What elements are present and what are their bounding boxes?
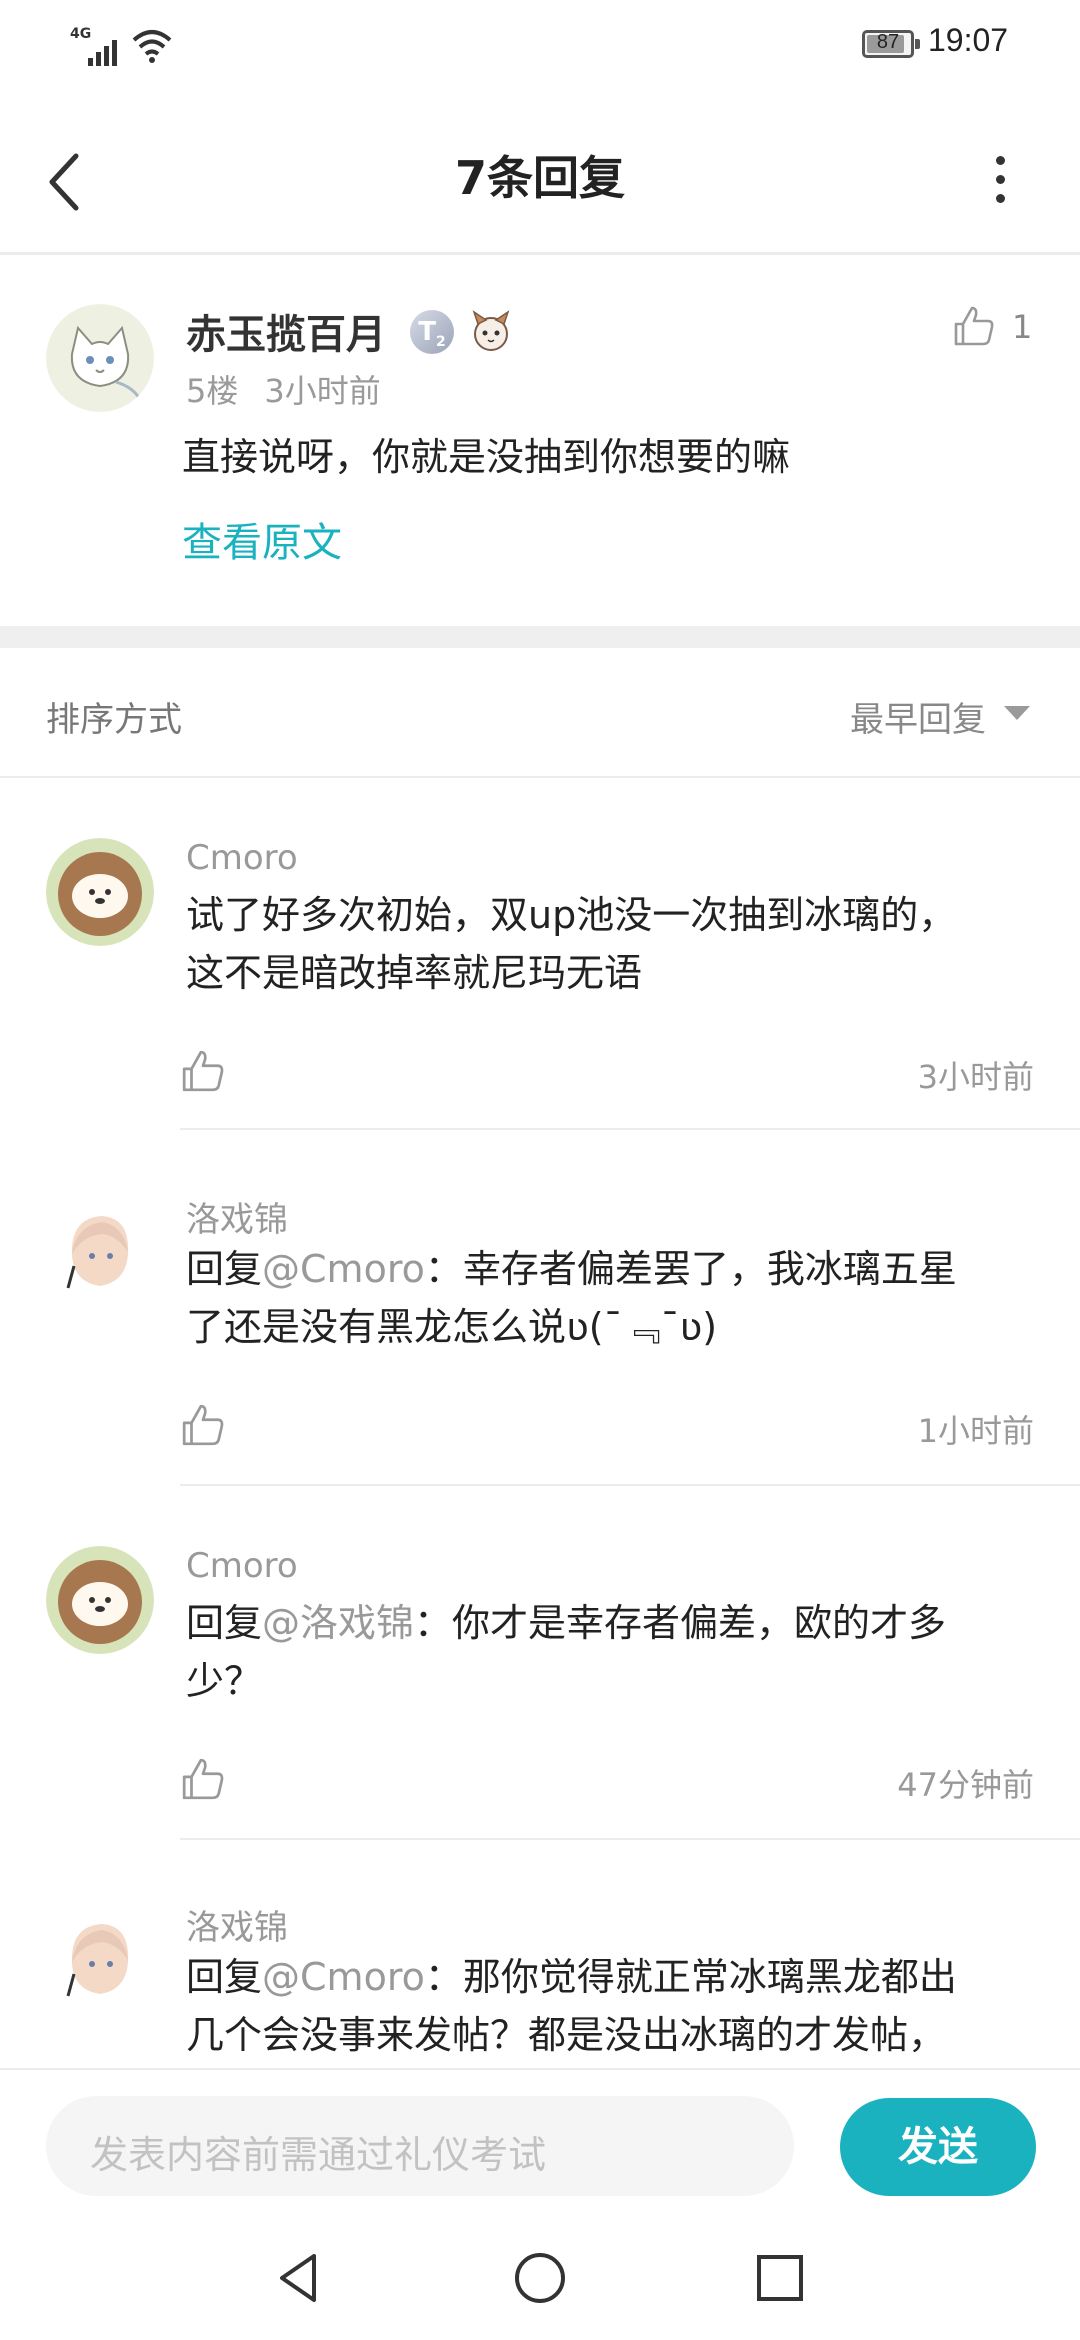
nav-back-icon[interactable] <box>270 2248 330 2308</box>
input-placeholder: 发表内容前需通过礼仪考试 <box>90 2133 547 2177</box>
avatar[interactable] <box>46 838 154 946</box>
avatar[interactable] <box>46 304 154 412</box>
comment-input-bar: 发表内容前需通过礼仪考试 发送 <box>0 2068 1080 2218</box>
reply-time: 47分钟前 <box>897 1766 1034 1804</box>
section-divider <box>0 626 1080 648</box>
author-name[interactable]: 赤玉揽百月 <box>186 302 386 360</box>
avatar[interactable] <box>46 1904 154 2012</box>
reply-author[interactable]: 洛戏锦 <box>186 1900 288 1949</box>
battery-level: 87 <box>876 31 900 53</box>
post-content: 直接说呀，你就是没抽到你想要的嘛 <box>182 435 791 479</box>
avatar[interactable] <box>46 1196 154 1304</box>
thumbs-up-icon[interactable] <box>180 1402 226 1448</box>
reply-author[interactable]: Cmoro <box>186 1546 298 1586</box>
post-time: 3小时前 <box>264 372 381 410</box>
mention-link[interactable]: @Cmoro <box>262 1955 425 1999</box>
page-title: 7条回复 <box>454 151 625 205</box>
level-badge-icon: T2 <box>410 310 454 354</box>
wifi-icon <box>132 30 172 63</box>
chevron-down-icon[interactable] <box>1004 706 1030 720</box>
reply-content: 回复@Cmoro：那你觉得就正常冰璃黑龙都出 几个会没事来发帖？都是没出冰璃的才… <box>186 1955 957 2057</box>
mention-link[interactable]: @洛戏锦 <box>262 1601 414 1645</box>
thumbs-up-icon[interactable] <box>952 304 996 348</box>
signal-bars-icon <box>88 36 128 66</box>
top-bar: 7条回复 <box>0 110 1080 255</box>
status-time: 19:07 <box>928 22 1009 58</box>
reply-divider <box>180 1484 1080 1486</box>
send-button[interactable]: 发送 <box>840 2098 1036 2196</box>
reply-author[interactable]: Cmoro <box>186 838 298 878</box>
main-post: 赤玉揽百月 T2 1 5楼 3小时前 直接说呀，你就是没抽到你想要的嘛 查看原文 <box>0 258 1080 628</box>
pet-badge-icon <box>472 310 510 351</box>
reply-time: 1小时前 <box>917 1412 1034 1450</box>
battery-icon: 87 <box>862 30 920 58</box>
like-count: 1 <box>1012 308 1033 346</box>
reply-divider <box>180 1838 1080 1840</box>
reply-content: 试了好多次初始，双up池没一次抽到冰璃的， 这不是暗改掉率就尼玛无语 <box>186 893 957 995</box>
reply-content: 回复@洛戏锦：你才是幸存者偏差，欧的才多 少？ <box>186 1601 947 1703</box>
post-meta: 5楼 3小时前 <box>186 366 381 412</box>
comment-input[interactable]: 发表内容前需通过礼仪考试 <box>46 2096 794 2196</box>
sort-dropdown[interactable]: 最早回复 <box>850 692 986 741</box>
floor-number: 5楼 <box>186 372 239 410</box>
sort-bar: 排序方式 最早回复 <box>0 648 1080 778</box>
mention-link[interactable]: @Cmoro <box>262 1247 425 1291</box>
reply-time: 3小时前 <box>917 1058 1034 1096</box>
more-options-icon[interactable] <box>980 150 1020 210</box>
thumbs-up-icon[interactable] <box>180 1756 226 1802</box>
reply-content: 回复@Cmoro：幸存者偏差罢了，我冰璃五星 了还是没有黑龙怎么说ʋ(¯﹃¯ʋ) <box>186 1247 957 1349</box>
thumbs-up-icon[interactable] <box>180 1048 226 1094</box>
avatar[interactable] <box>46 1546 154 1654</box>
view-original-link[interactable]: 查看原文 <box>182 510 342 568</box>
system-nav-bar <box>0 2218 1080 2340</box>
nav-recents-icon[interactable] <box>750 2248 810 2308</box>
reply-author[interactable]: 洛戏锦 <box>186 1192 288 1241</box>
sort-label: 排序方式 <box>46 700 182 740</box>
reply-divider <box>180 1128 1080 1130</box>
status-bar: 4G 87 19:07 <box>0 0 1080 90</box>
nav-home-icon[interactable] <box>510 2248 570 2308</box>
